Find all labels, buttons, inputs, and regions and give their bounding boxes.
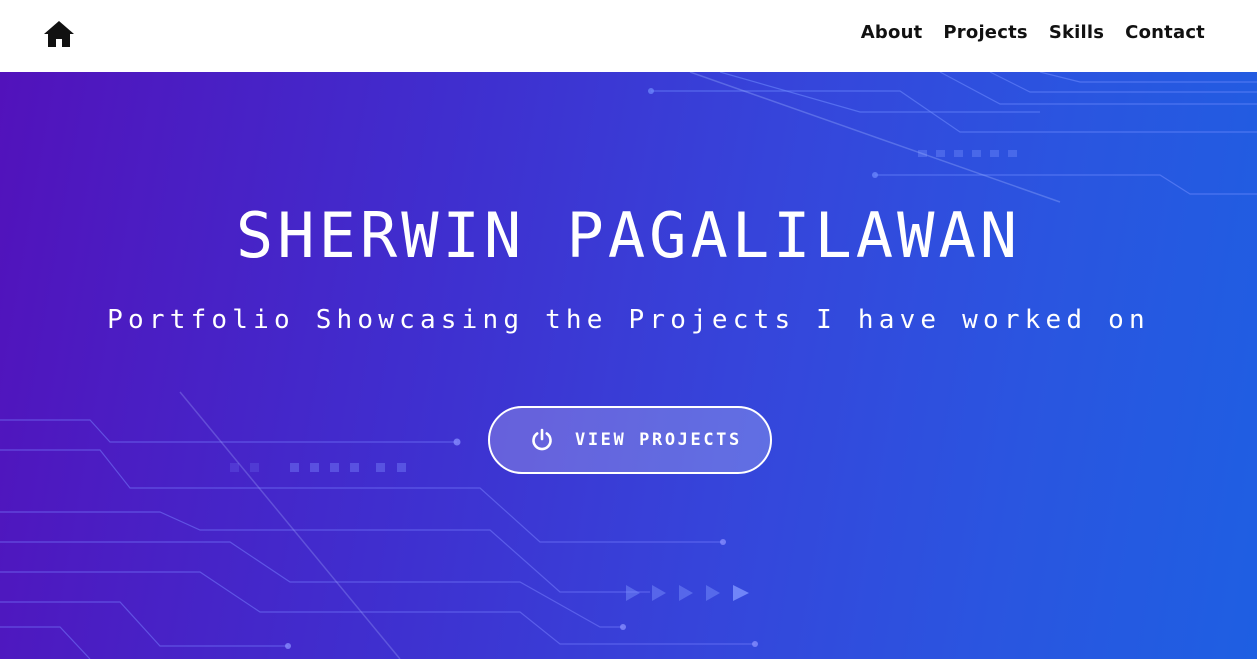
hero-title: SHERWIN PAGALILAWAN bbox=[235, 199, 1022, 272]
nav-link-projects[interactable]: Projects bbox=[943, 22, 1027, 43]
hero-subtitle: Portfolio Showcasing the Projects I have… bbox=[107, 305, 1150, 335]
home-icon bbox=[44, 21, 74, 47]
navbar: About Projects Skills Contact bbox=[0, 0, 1257, 72]
nav-link-skills[interactable]: Skills bbox=[1049, 22, 1104, 43]
view-projects-button[interactable]: VIEW PROJECTS bbox=[488, 406, 772, 474]
hero-section: SHERWIN PAGALILAWAN Portfolio Showcasing… bbox=[0, 72, 1257, 659]
home-link[interactable] bbox=[43, 20, 75, 48]
nav-links: About Projects Skills Contact bbox=[861, 22, 1205, 43]
nav-link-contact[interactable]: Contact bbox=[1125, 22, 1205, 43]
view-projects-label: VIEW PROJECTS bbox=[575, 430, 742, 450]
circuit-background bbox=[0, 72, 1257, 659]
power-icon bbox=[532, 428, 552, 451]
nav-link-about[interactable]: About bbox=[861, 22, 923, 43]
